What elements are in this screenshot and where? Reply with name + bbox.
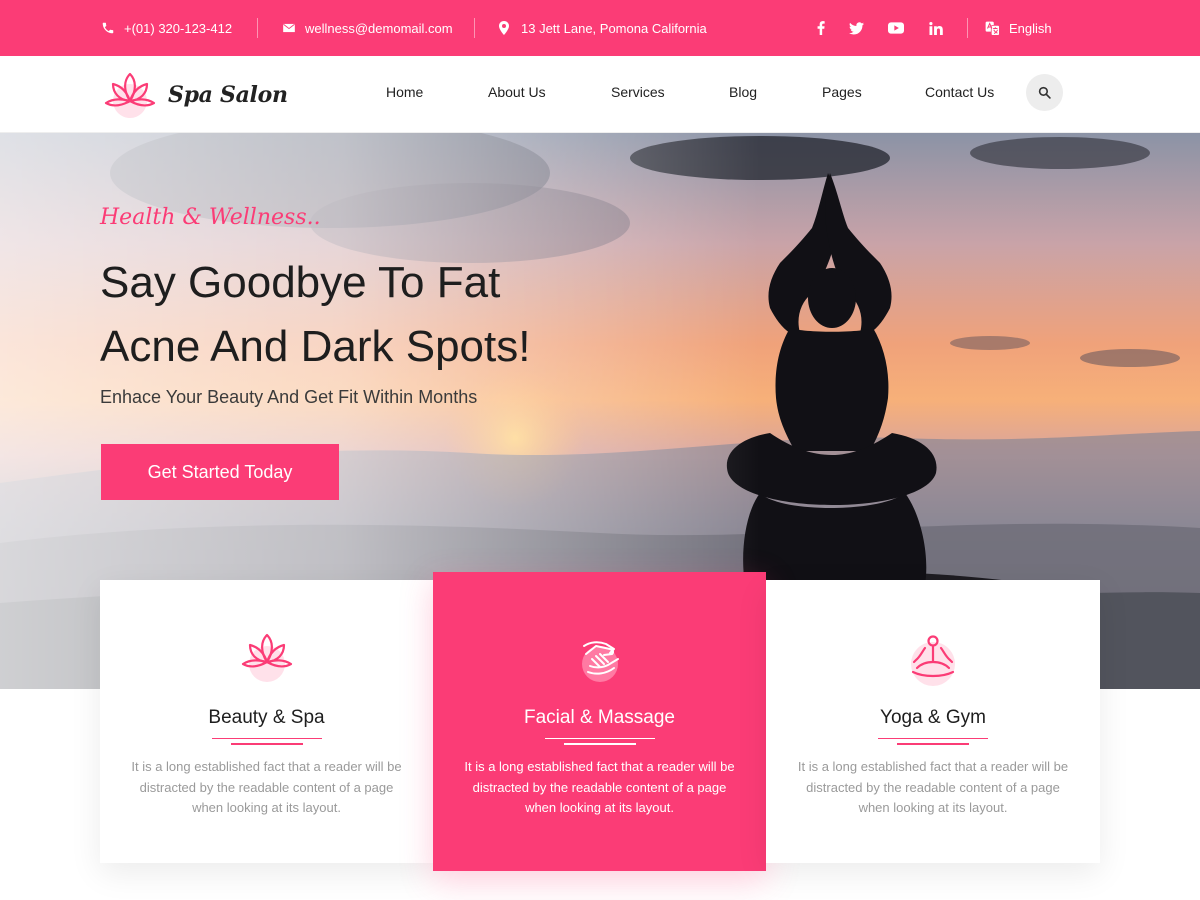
hero-title-line-1: Say Goodbye To Fat (100, 258, 501, 307)
top-bar: +(01) 320-123-412 wellness@demomail.com … (0, 0, 1200, 56)
nav-pages[interactable]: Pages (822, 84, 862, 100)
service-card-yoga-gym[interactable]: Yoga & Gym It is a long established fact… (766, 580, 1100, 863)
get-started-button[interactable]: Get Started Today (101, 444, 339, 500)
site-header: Spa Salon Home About Us Services Blog Pa… (0, 56, 1200, 133)
language-selector[interactable]: English (985, 0, 1052, 56)
hero-kicker: Health & Wellness.. (100, 205, 321, 230)
email-address: wellness@demomail.com (305, 20, 453, 36)
service-title: Yoga & Gym (880, 707, 986, 728)
service-description: It is a long established fact that a rea… (464, 759, 735, 815)
logo-text: Spa Salon (168, 82, 288, 108)
hero-subtitle: Enhace Your Beauty And Get Fit Within Mo… (100, 387, 478, 407)
service-card-beauty-spa[interactable]: Beauty & Spa It is a long established fa… (100, 580, 433, 863)
nav-contact-us[interactable]: Contact Us (925, 84, 994, 100)
nav-blog[interactable]: Blog (729, 84, 757, 100)
language-label: English (1009, 20, 1052, 36)
service-title: Facial & Massage (523, 707, 675, 728)
envelope-icon (282, 21, 296, 35)
title-underline (211, 738, 322, 739)
nav-home[interactable]: Home (386, 84, 423, 100)
search-button[interactable] (1026, 74, 1063, 111)
facebook-icon[interactable] (810, 18, 832, 38)
twitter-icon[interactable] (845, 18, 867, 38)
nav-services[interactable]: Services (611, 84, 665, 100)
phone-number: +(01) 320-123-412 (124, 20, 233, 36)
service-title: Beauty & Spa (208, 707, 325, 728)
massage-hands-icon (581, 641, 619, 682)
site-logo[interactable]: Spa Salon (100, 68, 288, 122)
address-contact: 13 Jett Lane, Pomona California (498, 0, 707, 56)
address-text: 13 Jett Lane, Pomona California (521, 20, 707, 36)
phone-icon (101, 21, 115, 35)
title-underline (897, 743, 969, 745)
title-underline (878, 738, 988, 739)
lotus-logo-icon (104, 72, 156, 118)
translate-icon (985, 21, 1000, 36)
title-underline (563, 743, 636, 745)
divider (967, 18, 968, 38)
hero-title: Say Goodbye To Fat Acne And Dark Spots! (100, 251, 660, 379)
search-icon (1038, 86, 1051, 99)
meditation-icon (911, 635, 955, 686)
divider (474, 18, 475, 38)
hero-title-line-2: Acne And Dark Spots! (100, 322, 531, 371)
map-pin-icon (498, 21, 512, 35)
service-description: It is a long established fact that a rea… (797, 759, 1069, 815)
title-underline (544, 738, 655, 739)
service-card-facial-massage[interactable]: Facial & Massage It is a long establishe… (433, 572, 766, 871)
service-description: It is a long established fact that a rea… (131, 759, 402, 815)
nav-about-us[interactable]: About Us (488, 84, 546, 100)
phone-contact[interactable]: +(01) 320-123-412 (101, 0, 232, 56)
lotus-icon (241, 633, 292, 682)
title-underline (230, 743, 303, 745)
youtube-icon[interactable] (885, 18, 907, 38)
divider (257, 18, 258, 38)
email-contact[interactable]: wellness@demomail.com (282, 0, 453, 56)
linkedin-icon[interactable] (925, 18, 947, 38)
